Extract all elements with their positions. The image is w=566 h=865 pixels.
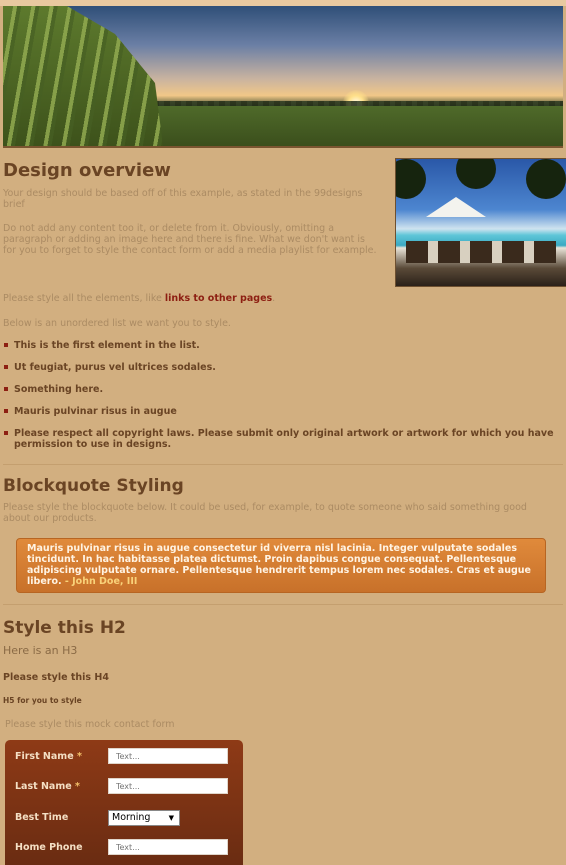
blockquote: Mauris pulvinar risus in augue consectet…	[16, 538, 546, 593]
list-item-text: Something here.	[14, 384, 104, 395]
list-item: Please respect all copyright laws. Pleas…	[3, 428, 559, 450]
last-name-label: Last Name *	[15, 781, 80, 792]
palm-tree	[526, 159, 566, 199]
h5-heading: H5 for you to style	[3, 696, 82, 705]
resort-pool-photo	[395, 158, 566, 287]
first-name-label: First Name *	[15, 751, 82, 762]
list-item: This is the first element in the list.	[3, 340, 559, 351]
h3-heading: Here is an H3	[3, 644, 78, 657]
home-phone-row: Home Phone	[13, 839, 237, 859]
last-name-field[interactable]	[108, 778, 228, 794]
bullet-icon	[4, 431, 8, 435]
last-name-row: Last Name *	[13, 778, 237, 798]
required-mark: *	[74, 781, 80, 792]
list-item: Ut feugiat, purus vel ultrices sodales.	[3, 362, 559, 373]
list-item-text: This is the first element in the list.	[14, 340, 200, 351]
contact-form: First Name * Last Name * Best Time Morni…	[5, 740, 243, 865]
umbrella	[426, 197, 486, 217]
blockquote-cite: - John Doe, III	[61, 576, 138, 587]
best-time-select[interactable]: Morning ▼	[108, 810, 180, 826]
blockquote-heading: Blockquote Styling	[3, 476, 184, 496]
best-time-label: Best Time	[15, 812, 69, 823]
links-paragraph: Please style all the elements, like link…	[3, 293, 551, 304]
best-time-row: Best Time Morning ▼	[13, 809, 237, 829]
list-item: Mauris pulvinar risus in augue	[3, 406, 559, 417]
first-name-field[interactable]	[108, 748, 228, 764]
overview-paragraph: Your design should be based off of this …	[3, 188, 363, 210]
links-to-other-pages-link[interactable]: links to other pages	[165, 293, 272, 304]
section-divider	[3, 604, 563, 605]
bullet-icon	[4, 409, 8, 413]
best-time-value: Morning	[112, 812, 151, 823]
first-name-row: First Name *	[13, 748, 237, 768]
unordered-list: This is the first element in the list. U…	[3, 340, 559, 461]
h4-heading: Please style this H4	[3, 672, 109, 683]
list-intro: Below is an unordered list we want you t…	[3, 318, 231, 329]
list-item-text: Please respect all copyright laws. Pleas…	[14, 428, 554, 450]
links-paragraph-end: .	[272, 293, 276, 304]
overview-paragraph: Do not add any content too it, or delete…	[3, 223, 377, 256]
chevron-down-icon: ▼	[168, 814, 174, 822]
first-name-label-text: First Name	[15, 751, 74, 762]
lounge-chairs	[406, 241, 556, 263]
links-paragraph-text: Please style all the elements, like	[3, 293, 165, 304]
last-name-label-text: Last Name	[15, 781, 72, 792]
header-banner-image	[3, 6, 563, 148]
list-item-text: Mauris pulvinar risus in augue	[14, 406, 177, 417]
list-item: Something here.	[3, 384, 559, 395]
palm-tree	[456, 159, 496, 189]
bullet-icon	[4, 387, 8, 391]
bullet-icon	[4, 365, 8, 369]
design-overview-heading: Design overview	[3, 160, 171, 181]
required-mark: *	[76, 751, 82, 762]
blockquote-intro: Please style the blockquote below. It co…	[3, 502, 527, 524]
h2-heading: Style this H2	[3, 618, 126, 638]
palm-tree	[396, 159, 426, 199]
form-intro: Please style this mock contact form	[5, 719, 175, 730]
bullet-icon	[4, 343, 8, 347]
home-phone-label: Home Phone	[15, 842, 83, 853]
home-phone-field[interactable]	[108, 839, 228, 855]
corn-stalks	[3, 6, 163, 146]
list-item-text: Ut feugiat, purus vel ultrices sodales.	[14, 362, 216, 373]
section-divider	[3, 464, 563, 465]
